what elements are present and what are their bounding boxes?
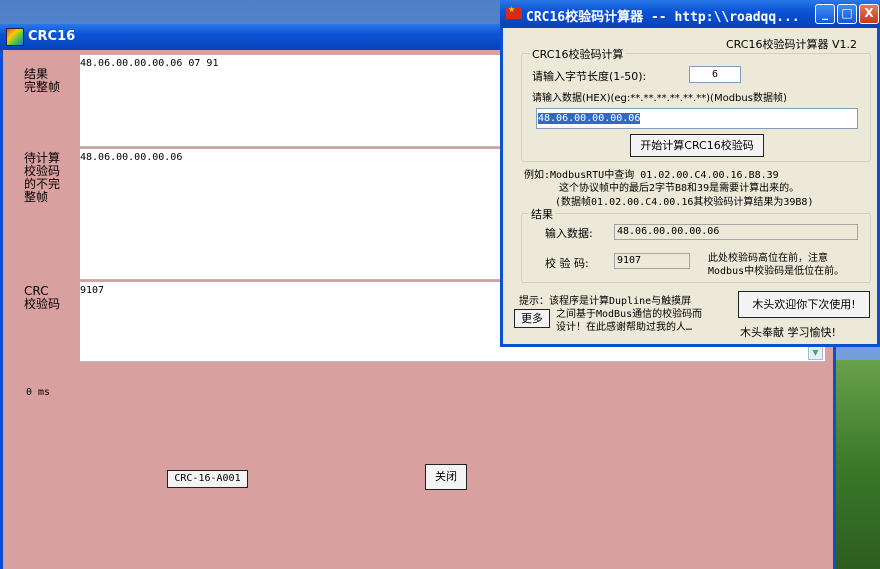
result-groupbox-label: 结果 (529, 206, 555, 222)
elapsed-time-label: 0 ms (26, 387, 51, 398)
main-window-title: CRC16 (28, 29, 76, 44)
input-data-readout: 48.06.00.00.00.06 (614, 224, 858, 240)
chevron-down-icon[interactable]: ▼ (808, 346, 823, 360)
partial-frame-label: 待计算 校验码 的不完 整帧 (24, 152, 60, 204)
example-line: 这个协议帧中的最后2字节B8和39是需要计算出来的。 (559, 183, 800, 194)
result-label-line: 完整帧 (24, 80, 61, 94)
length-prompt-label: 请输入字节长度(1-50): (532, 70, 647, 83)
crc-type-button[interactable]: CRC-16-A001 (167, 470, 248, 488)
app-icon (6, 28, 24, 46)
window-close-button[interactable]: X (859, 4, 879, 24)
calculate-crc-button[interactable]: 开始计算CRC16校验码 (630, 134, 764, 157)
china-flag-icon (506, 5, 522, 19)
footer-label: 木头奉献 学习愉快! (740, 326, 836, 339)
partial-label-line: 整帧 (24, 190, 49, 204)
calculator-title: CRC16校验码计算器 -- http:\\roadqq... (526, 10, 800, 25)
welcome-button[interactable]: 木头欢迎你下次使用! (738, 291, 870, 318)
crc-result-label: 校 验 码: (545, 257, 589, 270)
crc-label-line: 校验码 (24, 297, 61, 311)
example-line: (数据帧01.02.00.C4.00.16其校验码计算结果为39B8) (555, 197, 814, 208)
close-button[interactable]: 关闭 (425, 464, 467, 490)
length-input[interactable]: 6 (689, 66, 741, 83)
result-frame-label: 结果 完整帧 (24, 68, 60, 94)
input-data-label: 输入数据: (545, 227, 593, 240)
crc-result-readout: 9107 (614, 253, 690, 269)
calc-groupbox-label: CRC16校验码计算 (530, 46, 626, 62)
crc-note-line: Modbus中校验码是低位在前。 (708, 266, 845, 277)
data-prompt-label: 请输入数据(HEX)(eg:**.**.**.**.**.**)(Modbus数… (532, 93, 787, 104)
hex-data-selected-text: 48.06.00.00.00.06 (538, 113, 641, 124)
hex-data-input[interactable]: 48.06.00.00.00.06 (536, 108, 858, 129)
tip-line: 设计！在此感谢帮助过我的人… (556, 322, 693, 333)
maximize-button[interactable]: □ (837, 4, 857, 24)
more-button[interactable]: 更多 (514, 309, 550, 328)
minimize-button[interactable]: _ (815, 4, 835, 24)
version-label: CRC16校验码计算器 V1.2 (726, 38, 857, 51)
crc-label: CRC 校验码 (24, 285, 60, 311)
